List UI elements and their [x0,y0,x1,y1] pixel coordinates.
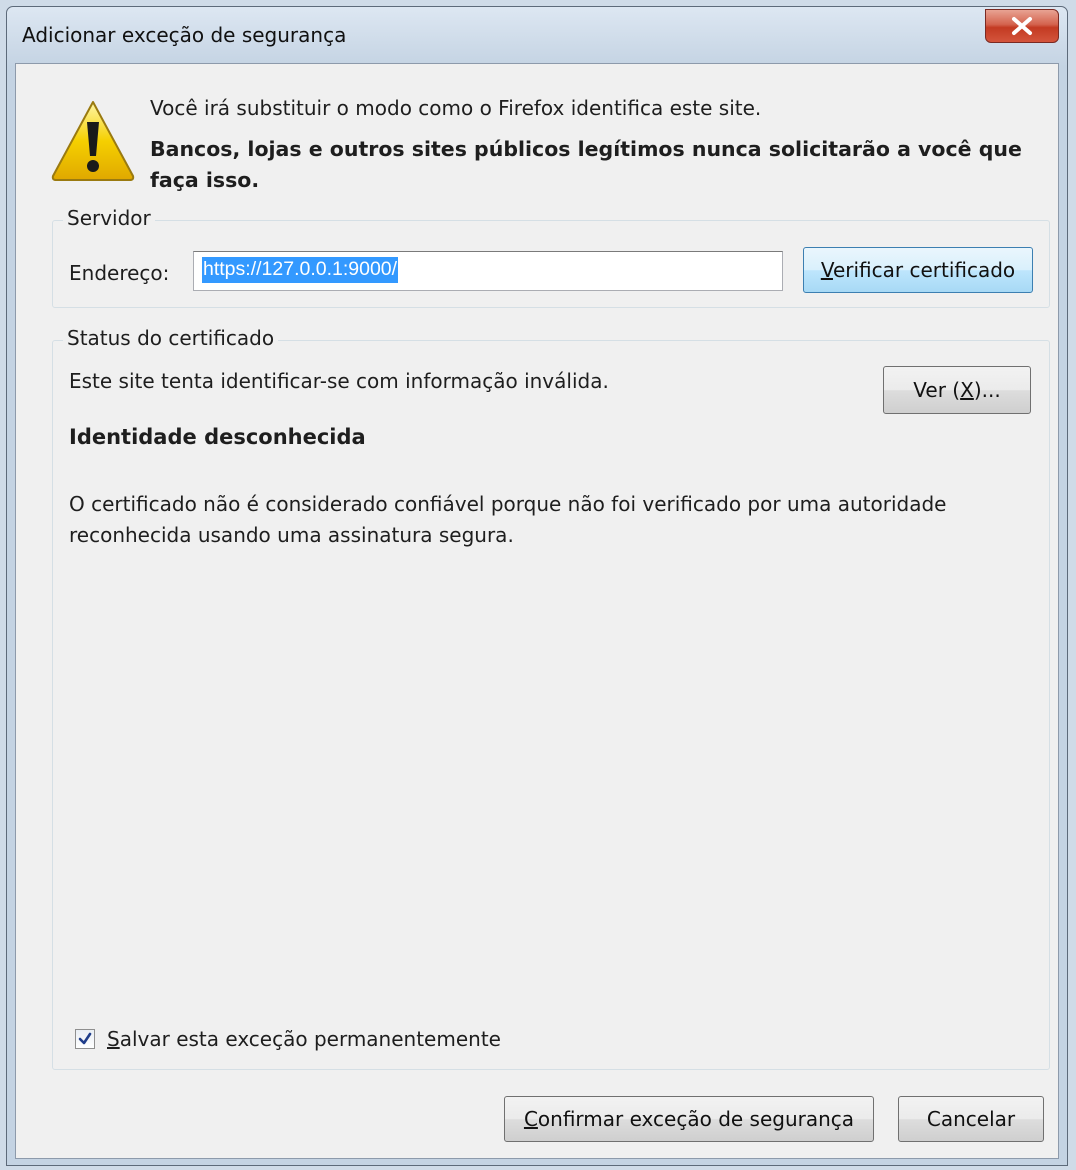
identity-heading: Identidade desconhecida [69,425,366,449]
verify-certificate-button[interactable]: Verificar certificado [803,247,1033,293]
checkmark-icon [78,1032,92,1045]
address-label: Endereço: [69,261,170,285]
dialog-window: Adicionar exceção de segurança Você irá … [6,6,1068,1166]
identity-description: O certificado não é considerado confiáve… [69,492,947,547]
warning-emphasis: Bancos, lojas e outros sites públicos le… [150,137,1022,192]
status-text: Este site tenta identificar-se com infor… [69,369,609,393]
close-button[interactable] [985,9,1059,43]
title-bar[interactable]: Adicionar exceção de segurança [7,7,1067,63]
certificate-status-groupbox: Status do certificado Este site tenta id… [52,326,1050,1070]
cancel-button[interactable]: Cancelar [898,1096,1044,1142]
window-title: Adicionar exceção de segurança [22,23,347,47]
view-certificate-button[interactable]: Ver (X)... [883,366,1031,414]
address-input[interactable]: https://127.0.0.1:9000/ [193,251,783,291]
address-value: https://127.0.0.1:9000/ [202,257,399,283]
save-permanently-checkbox[interactable] [75,1029,95,1049]
warning-message: Você irá substituir o modo como o Firefo… [150,96,762,120]
status-legend: Status do certificado [63,326,279,350]
close-x-icon [1012,17,1032,35]
dialog-body: Você irá substituir o modo como o Firefo… [15,63,1059,1159]
warning-triangle-icon [51,101,135,181]
save-permanently-label[interactable]: Salvar esta exceção permanentemente [107,1027,501,1051]
server-groupbox: Servidor Endereço: https://127.0.0.1:900… [52,206,1050,308]
confirm-exception-button[interactable]: Confirmar exceção de segurança [504,1096,874,1142]
server-legend: Servidor [63,206,155,230]
